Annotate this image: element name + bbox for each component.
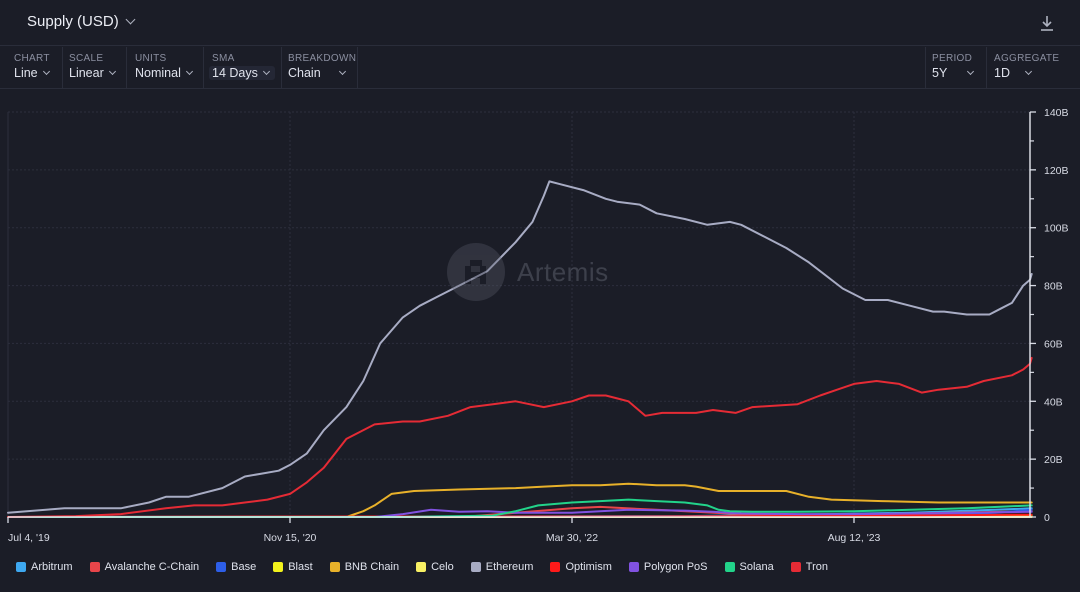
x-tick-label: Jul 4, '19 bbox=[8, 532, 50, 544]
legend-label: Tron bbox=[805, 561, 828, 573]
legend-swatch bbox=[329, 562, 340, 572]
legend-item[interactable]: Avalanche C-Chain bbox=[89, 561, 200, 573]
legend-label: Polygon PoS bbox=[643, 561, 708, 573]
series-line-tron bbox=[7, 356, 1033, 518]
y-tick-label: 0 bbox=[1044, 512, 1050, 524]
legend-label: Solana bbox=[739, 561, 774, 573]
legend-swatch bbox=[216, 562, 227, 572]
legend-item[interactable]: Base bbox=[216, 561, 256, 573]
legend-item[interactable]: Solana bbox=[724, 561, 774, 573]
legend-item[interactable]: BNB Chain bbox=[329, 561, 400, 573]
y-tick-label: 40B bbox=[1044, 396, 1063, 408]
legend-label: Avalanche C-Chain bbox=[104, 561, 200, 573]
legend-label: Blast bbox=[288, 561, 313, 573]
line-chart: 0 20B 40B 60B 80B 100B 120B 140B Jul 4, '19 Nov 1… bbox=[7, 107, 1069, 544]
legend-item[interactable]: Tron bbox=[790, 561, 828, 573]
legend-swatch bbox=[628, 562, 639, 572]
chart-legend: Arbitrum Avalanche C-Chain Base Blast BNB Ch… bbox=[16, 561, 845, 573]
legend-item[interactable]: Polygon PoS bbox=[628, 561, 708, 573]
legend-swatch bbox=[724, 562, 735, 572]
legend-label: BNB Chain bbox=[344, 561, 400, 573]
legend-swatch bbox=[550, 562, 561, 572]
y-tick-label: 80B bbox=[1044, 281, 1063, 293]
y-tick-label: 120B bbox=[1044, 165, 1069, 177]
legend-swatch bbox=[416, 562, 427, 572]
legend-item[interactable]: Blast bbox=[273, 561, 313, 573]
series-line-ethereum bbox=[7, 180, 1033, 514]
legend-swatch bbox=[16, 562, 26, 572]
series-lines bbox=[7, 180, 1033, 518]
x-tick-label: Aug 12, '23 bbox=[828, 532, 881, 544]
y-tick-label: 60B bbox=[1044, 338, 1063, 350]
legend-item[interactable]: Optimism bbox=[550, 561, 612, 573]
y-tick-label: 140B bbox=[1044, 107, 1069, 119]
legend-swatch bbox=[470, 562, 481, 572]
x-tick-label: Mar 30, '22 bbox=[546, 532, 598, 544]
y-tick-label: 20B bbox=[1044, 454, 1063, 466]
legend-label: Celo bbox=[431, 561, 454, 573]
legend-label: Ethereum bbox=[485, 561, 534, 573]
legend-swatch bbox=[89, 562, 100, 572]
axes: 0 20B 40B 60B 80B 100B 120B 140B Jul 4, '19 Nov 1… bbox=[7, 107, 1069, 544]
legend-item[interactable]: Arbitrum bbox=[16, 561, 73, 573]
legend-swatch bbox=[273, 562, 284, 572]
legend-label: Base bbox=[231, 561, 257, 573]
x-tick-label: Nov 15, '20 bbox=[264, 532, 317, 544]
legend-item[interactable]: Celo bbox=[416, 561, 454, 573]
legend-label: Arbitrum bbox=[31, 561, 73, 573]
legend-label: Optimism bbox=[565, 561, 612, 573]
y-tick-label: 100B bbox=[1044, 223, 1069, 235]
grid-lines bbox=[7, 111, 1030, 517]
legend-item[interactable]: Ethereum bbox=[470, 561, 534, 573]
legend-swatch bbox=[790, 562, 801, 572]
